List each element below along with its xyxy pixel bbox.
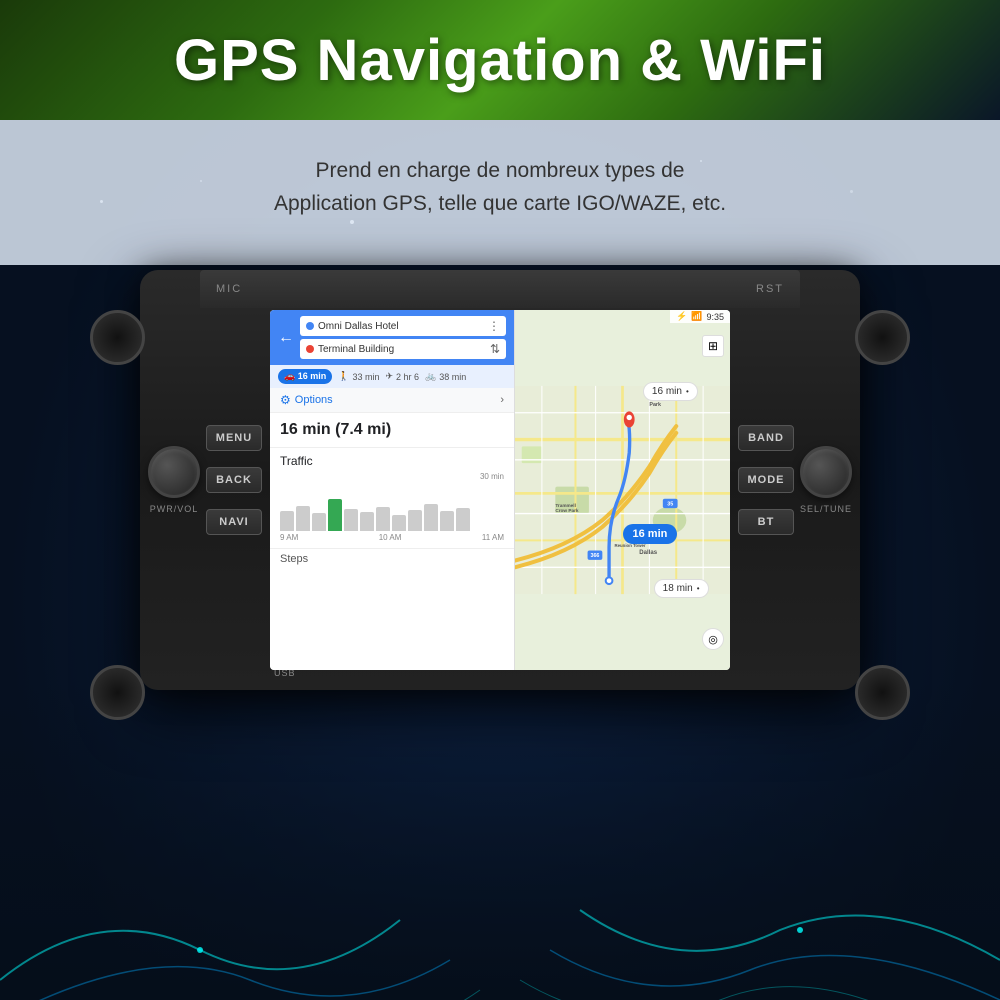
left-knob-area: PWR/VOL <box>148 446 200 514</box>
eta-section: 16 min (7.4 mi) <box>270 413 514 448</box>
pwr-vol-label: PWR/VOL <box>150 504 199 514</box>
traffic-bar-6 <box>360 512 374 531</box>
mount-hole-bottom-left <box>90 665 145 720</box>
subtitle-line2: Application GPS, telle que carte IGO/WAZ… <box>274 192 726 215</box>
traffic-bar-9 <box>408 510 422 531</box>
nav-search-fields: Omni Dallas Hotel ⋮ Terminal Building ⇅ <box>300 316 506 359</box>
mount-hole-top-right <box>855 310 910 365</box>
bt-button[interactable]: BT <box>738 509 794 535</box>
radio-top-bar: MIC RST <box>200 270 800 308</box>
route-option-2[interactable]: 🚶 33 min <box>338 371 379 382</box>
traffic-bar-5 <box>344 509 358 531</box>
destination-swap-icon[interactable]: ⇅ <box>490 342 500 356</box>
pwr-vol-knob[interactable] <box>148 446 200 498</box>
traffic-30min-label: 30 min <box>280 472 504 481</box>
time-9am: 9 AM <box>280 533 298 542</box>
options-icon: ⚙ <box>280 393 291 407</box>
right-knob-area: SEL/TUNE <box>800 446 852 514</box>
traffic-time-labels: 9 AM 10 AM 11 AM <box>280 531 504 542</box>
traffic-bar-10 <box>424 504 438 531</box>
origin-text: Omni Dallas Hotel <box>318 321 399 332</box>
traffic-bar-2 <box>296 506 310 531</box>
svg-text:Crow Park: Crow Park <box>555 508 579 513</box>
mount-hole-bottom-right <box>855 665 910 720</box>
dot-icon: • <box>686 387 689 396</box>
traffic-bar-8 <box>392 515 406 531</box>
screen[interactable]: ← Omni Dallas Hotel ⋮ Terminal Building … <box>270 310 730 670</box>
status-bar: ⚡ 📶 9:35 <box>670 310 730 323</box>
traffic-bar-3 <box>312 513 326 531</box>
band-button[interactable]: BAND <box>738 425 794 451</box>
origin-menu-icon[interactable]: ⋮ <box>488 319 500 333</box>
menu-button[interactable]: MENU <box>206 425 262 451</box>
rst-label: RST <box>756 283 784 295</box>
nav-back-icon[interactable]: ← <box>278 329 294 347</box>
mic-label: MIC <box>216 283 242 295</box>
traffic-bar-12 <box>456 508 470 531</box>
left-buttons-group: MENU BACK NAVI <box>206 425 262 535</box>
map-svg: 366 35 University Park Trammell Crow Par… <box>515 310 730 670</box>
eta-main: 16 min (7.4 mi) <box>280 421 504 439</box>
traffic-bar-highlight <box>328 499 342 531</box>
time-11am: 11 AM <box>482 533 504 542</box>
steps-hint: Steps <box>270 548 514 569</box>
traffic-bar-1 <box>280 511 294 531</box>
navi-button[interactable]: NAVI <box>206 509 262 535</box>
options-chevron-icon: › <box>500 394 504 406</box>
back-button[interactable]: BACK <box>206 467 262 493</box>
subtitle-line1: Prend en charge de nombreux types de <box>316 159 685 182</box>
map-eta-small-2: 18 min • <box>654 579 709 598</box>
map-eta-bubble: 16 min <box>623 524 678 544</box>
time-10am: 10 AM <box>379 533 402 542</box>
header-bar: GPS Navigation & WiFi <box>0 0 1000 120</box>
sel-tune-knob[interactable] <box>800 446 852 498</box>
traffic-label: Traffic <box>280 454 504 468</box>
radio-unit: MIC RST PWR/VOL SEL/TUNE MENU BACK NAVI … <box>140 270 860 690</box>
options-row[interactable]: ⚙ Options › <box>270 388 514 413</box>
traffic-section: Traffic 30 min <box>270 448 514 548</box>
options-label: ⚙ Options <box>280 393 333 407</box>
right-buttons-group: BAND MODE BT <box>738 425 794 535</box>
mount-hole-top-left <box>90 310 145 365</box>
destination-dot <box>306 345 314 353</box>
route-option-active[interactable]: 🚗 16 min <box>278 369 332 384</box>
location-button[interactable]: ◎ <box>702 628 724 650</box>
traffic-bar-7 <box>376 507 390 531</box>
svg-text:Park: Park <box>649 402 661 408</box>
origin-dot <box>306 322 314 330</box>
destination-text: Terminal Building <box>318 344 394 355</box>
mode-button[interactable]: MODE <box>738 467 794 493</box>
sel-tune-label: SEL/TUNE <box>800 504 852 514</box>
origin-input[interactable]: Omni Dallas Hotel ⋮ <box>300 316 506 336</box>
destination-input[interactable]: Terminal Building ⇅ <box>300 339 506 359</box>
map-panel[interactable]: 366 35 University Park Trammell Crow Par… <box>515 310 730 670</box>
map-eta-small-1: 16 min • <box>643 382 698 401</box>
bluetooth-icon: ⚡ <box>676 311 687 322</box>
svg-text:Dallas: Dallas <box>639 550 657 556</box>
page-title: GPS Navigation & WiFi <box>174 27 826 94</box>
route-options-bar: 🚗 16 min 🚶 33 min ✈ 2 hr 6 🚲 38 min <box>270 365 514 388</box>
traffic-bar-11 <box>440 511 454 531</box>
svg-text:Trammell: Trammell <box>555 503 576 508</box>
nav-search-bar: ← Omni Dallas Hotel ⋮ Terminal Building … <box>270 310 514 365</box>
map-layer-button[interactable]: ⊞ <box>702 335 724 357</box>
svg-text:35: 35 <box>667 501 673 507</box>
subtitle-area: Prend en charge de nombreux types de App… <box>0 110 1000 265</box>
subtitle-text: Prend en charge de nombreux types de App… <box>274 155 726 220</box>
nav-panel: ← Omni Dallas Hotel ⋮ Terminal Building … <box>270 310 515 670</box>
route-option-4[interactable]: 🚲 38 min <box>425 371 466 382</box>
traffic-chart <box>280 481 504 531</box>
svg-text:366: 366 <box>590 553 599 559</box>
route-option-3[interactable]: ✈ 2 hr 6 <box>385 371 419 382</box>
wifi-icon: 📶 <box>691 311 702 322</box>
status-time: 9:35 <box>706 312 724 322</box>
dot-icon-2: • <box>697 584 700 593</box>
